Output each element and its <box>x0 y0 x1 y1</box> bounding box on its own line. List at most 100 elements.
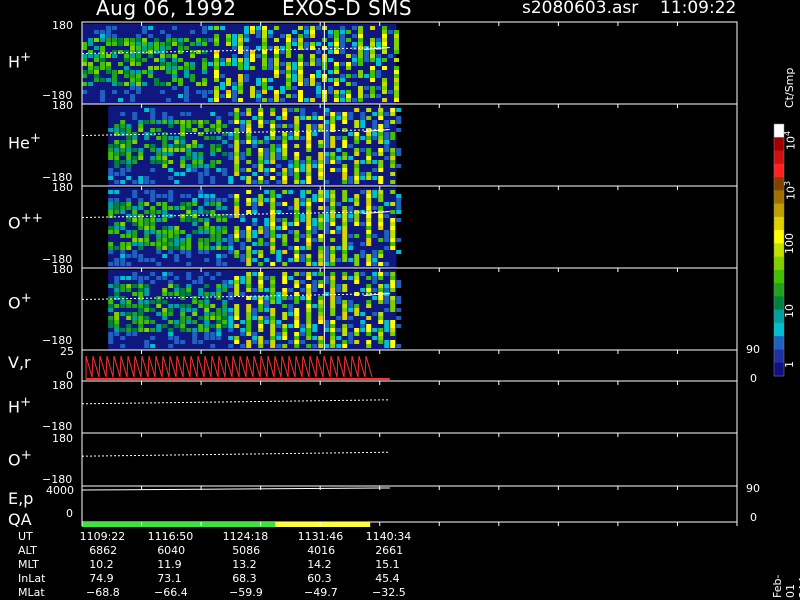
spectrogram-cell <box>246 198 252 202</box>
spectrogram-cell <box>138 254 144 258</box>
spectrogram-cell <box>82 42 87 46</box>
spectrogram-cell <box>184 94 189 98</box>
spectrogram-cell <box>114 206 120 210</box>
spectrogram-cell <box>198 180 204 184</box>
spectrogram-cell <box>282 328 288 332</box>
spectrogram-cell <box>292 42 297 46</box>
spectrogram-cell <box>252 144 258 148</box>
spectrogram-cell <box>228 344 234 348</box>
spectrogram-cell <box>274 26 279 30</box>
spectrogram-cell <box>204 164 210 168</box>
spectrogram-cell <box>126 300 132 304</box>
spectrogram-cell <box>306 254 312 258</box>
spectrogram-cell <box>192 280 198 284</box>
spectrogram-cell <box>288 308 294 312</box>
spectrogram-cell <box>282 262 288 266</box>
spectrogram-cell <box>210 136 216 140</box>
spectrogram-cell <box>148 70 153 74</box>
spectrogram-cell <box>390 344 396 348</box>
spectrogram-cell <box>354 258 360 262</box>
spectrogram-cell <box>198 242 204 246</box>
spectrogram-cell <box>214 34 219 38</box>
spectrogram-cell <box>370 74 375 78</box>
spectrogram-cell <box>306 156 312 160</box>
spectrogram-cell <box>270 246 276 250</box>
spectrogram-cell <box>378 112 384 116</box>
spectrogram-cell <box>160 42 165 46</box>
spectrogram-cell <box>388 90 393 94</box>
spectrogram-cell <box>210 234 216 238</box>
spectrogram-cell <box>262 38 267 42</box>
spectrogram-cell <box>114 246 120 250</box>
spectrogram-cell <box>300 272 306 276</box>
spectrogram-cell <box>168 176 174 180</box>
spectrogram-cell <box>150 112 156 116</box>
spectrogram-cell <box>328 42 333 46</box>
spectrogram-cell <box>190 78 195 82</box>
spectrogram-cell <box>138 246 144 250</box>
spectrogram-cell <box>94 74 99 78</box>
spectrogram-cell <box>202 70 207 74</box>
spectrogram-cell <box>216 258 222 262</box>
spectrogram-cell <box>364 50 369 54</box>
spectrogram-cell <box>294 132 300 136</box>
spectrogram-cell <box>126 262 132 266</box>
spectrogram-cell <box>342 164 348 168</box>
spectrogram-cell <box>222 152 228 156</box>
spectrogram-cell <box>312 284 318 288</box>
spectrogram-cell <box>142 38 147 42</box>
spectrogram-cell <box>82 74 87 78</box>
spectrogram-cell <box>262 62 267 66</box>
spectrogram-cell <box>316 42 321 46</box>
spectrogram-cell <box>262 54 267 58</box>
spectrogram-cell <box>216 262 222 266</box>
spectrogram-cell <box>366 172 372 176</box>
spectrogram-cell <box>294 116 300 120</box>
spectrogram-cell <box>294 144 300 148</box>
spectrogram-cell <box>342 180 348 184</box>
spectrogram-cell <box>298 26 303 30</box>
spectrogram-cell <box>168 148 174 152</box>
spectrogram-cell <box>310 54 315 58</box>
spectrogram-cell <box>198 276 204 280</box>
spectrogram-cell <box>126 124 132 128</box>
footer-cell: −49.7 <box>304 586 338 599</box>
spectrogram-cell <box>204 246 210 250</box>
spectrogram-cell <box>204 210 210 214</box>
spectrogram-cell <box>394 34 399 38</box>
spectrogram-cell <box>246 344 252 348</box>
spectrogram-cell <box>144 230 150 234</box>
spectrogram-cell <box>282 336 288 340</box>
spectrogram-cell <box>132 112 138 116</box>
spectrogram-cell <box>246 238 252 242</box>
spectrogram-cell <box>264 308 270 312</box>
spectrogram-cell <box>202 78 207 82</box>
spectrogram-cell <box>198 300 204 304</box>
spectrogram-cell <box>352 74 357 78</box>
spectrogram-cell <box>274 50 279 54</box>
spectrogram-cell <box>330 250 336 254</box>
spectrogram-cell <box>234 238 240 242</box>
spectrogram-cell <box>352 58 357 62</box>
spectrogram-cell <box>286 86 291 90</box>
spectrogram-cell <box>126 144 132 148</box>
spectrogram-cell <box>174 336 180 340</box>
spectrogram-cell <box>228 284 234 288</box>
spectrogram-cell <box>288 288 294 292</box>
spectrogram-cell <box>346 62 351 66</box>
spectrogram-cell <box>168 206 174 210</box>
spectrogram-cell <box>342 168 348 172</box>
tick-o2-top: 180 <box>52 432 73 445</box>
spectrogram-cell <box>312 226 318 230</box>
spectrogram-cell <box>216 336 222 340</box>
spectrogram-cell <box>270 336 276 340</box>
spectrogram-cell <box>120 160 126 164</box>
spectrogram-cell <box>294 300 300 304</box>
spectrogram-cell <box>252 272 258 276</box>
spectrogram-cell <box>216 246 222 250</box>
spectrogram-cell <box>306 214 312 218</box>
spectrogram-cell <box>382 86 387 90</box>
spectrogram-cell <box>240 258 246 262</box>
spectrogram-cell <box>384 246 390 250</box>
spectrogram-cell <box>346 94 351 98</box>
